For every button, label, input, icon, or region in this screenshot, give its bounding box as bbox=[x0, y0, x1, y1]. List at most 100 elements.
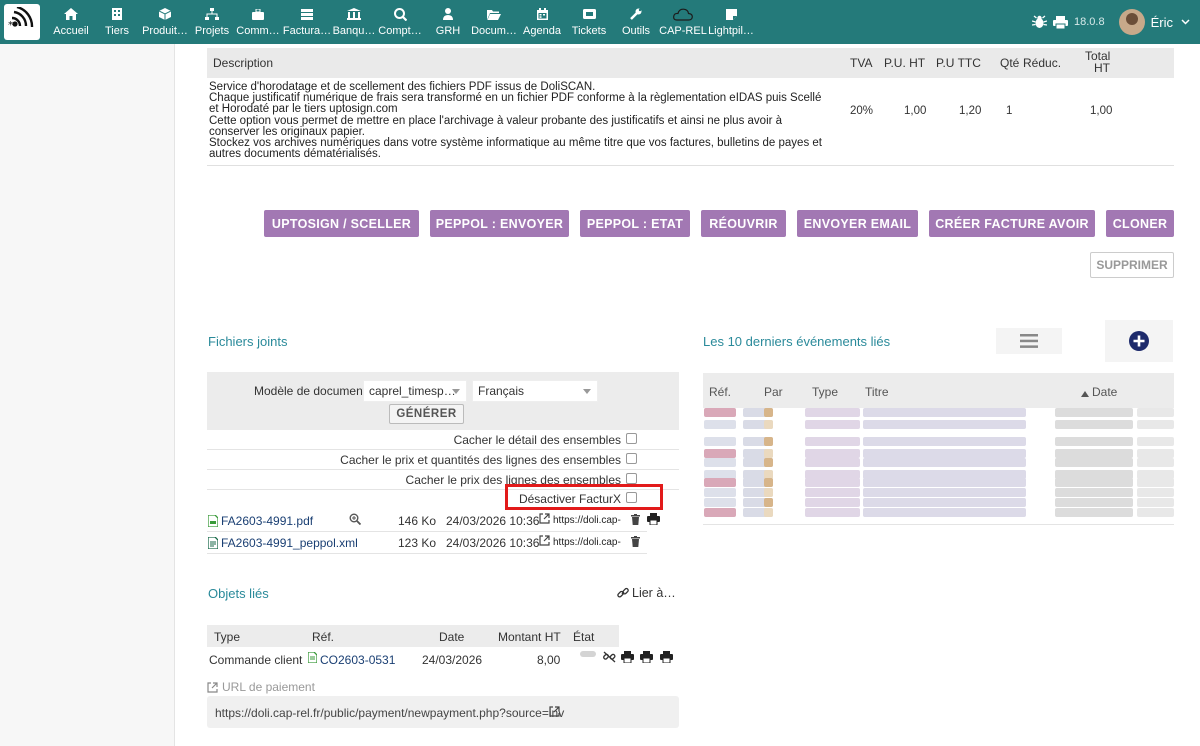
redacted-cell bbox=[704, 488, 736, 497]
redacted-cell bbox=[863, 478, 1026, 487]
highlight-box bbox=[505, 484, 663, 510]
nav-commercial[interactable]: Comm… bbox=[236, 0, 280, 44]
payment-url[interactable]: https://doli.cap-rel.fr/public/payment/n… bbox=[215, 706, 564, 720]
nav-accueil[interactable]: Accueil bbox=[52, 0, 90, 44]
nav-comptabilite[interactable]: Compt… bbox=[378, 0, 422, 44]
attached-files-title: Fichiers joints bbox=[208, 334, 288, 349]
hide-price-qty-checkbox[interactable] bbox=[626, 453, 637, 464]
logo-icon: * bbox=[8, 7, 34, 31]
redacted-cell bbox=[704, 508, 736, 517]
reopen-button[interactable]: RÉOUVRIR bbox=[701, 210, 786, 237]
redacted-cell bbox=[1055, 420, 1133, 429]
print-icon[interactable] bbox=[621, 651, 634, 666]
redacted-cell bbox=[863, 498, 1026, 507]
col-total-2: HT bbox=[1094, 61, 1110, 75]
peppol-state-button[interactable]: PEPPOL : ETAT bbox=[580, 210, 690, 237]
linked-ref[interactable]: CO2603-0531 bbox=[320, 653, 395, 667]
print-icon[interactable] bbox=[1053, 15, 1069, 29]
generate-button[interactable]: GÉNÉRER bbox=[389, 404, 464, 424]
nav-banque[interactable]: Banqu… bbox=[332, 0, 376, 44]
chevron-down-icon bbox=[583, 389, 591, 394]
sitemap-icon bbox=[204, 7, 220, 21]
nav-facturation[interactable]: Factura… bbox=[283, 0, 331, 44]
link-icon bbox=[617, 587, 629, 599]
sort-asc-icon[interactable] bbox=[1081, 386, 1089, 400]
file-share-url[interactable]: https://doli.cap- bbox=[553, 515, 621, 526]
list-view-button[interactable] bbox=[996, 328, 1062, 354]
redacted-cell bbox=[863, 408, 1026, 417]
delete-button[interactable]: SUPPRIMER bbox=[1090, 252, 1174, 278]
send-email-button[interactable]: ENVOYER EMAIL bbox=[797, 210, 918, 237]
create-credit-note-button[interactable]: CRÉER FACTURE AVOIR bbox=[929, 210, 1095, 237]
redacted-cell bbox=[764, 449, 773, 458]
redacted-cell bbox=[863, 508, 1026, 517]
redacted-cell bbox=[1055, 437, 1133, 446]
nav-documents[interactable]: Docum… bbox=[471, 0, 517, 44]
nav-projets[interactable]: Projets bbox=[194, 0, 230, 44]
money-stack-icon bbox=[299, 7, 315, 21]
file-size: 123 Ko bbox=[398, 536, 437, 550]
print-icon[interactable] bbox=[660, 651, 673, 666]
external-link-icon bbox=[207, 681, 218, 693]
hide-line-prices-checkbox[interactable] bbox=[626, 473, 637, 484]
event-row-redacted bbox=[703, 420, 1174, 431]
peppol-send-button[interactable]: PEPPOL : ENVOYER bbox=[430, 210, 569, 237]
redacted-cell bbox=[704, 449, 736, 458]
nav-tiers[interactable]: Tiers bbox=[100, 0, 134, 44]
nav-outils[interactable]: Outils bbox=[618, 0, 654, 44]
navbar-right: 18.0.8 Éric bbox=[1032, 0, 1200, 44]
status-badge bbox=[580, 651, 596, 657]
unlink-icon[interactable] bbox=[603, 651, 616, 666]
nav-produits[interactable]: Produit… bbox=[142, 0, 188, 44]
col-tva: TVA bbox=[850, 56, 873, 70]
redacted-cell bbox=[1055, 408, 1133, 417]
nav-agenda[interactable]: Agenda bbox=[522, 0, 562, 44]
print-icon[interactable] bbox=[640, 651, 653, 666]
line-tva: 20% bbox=[850, 105, 874, 117]
model-select[interactable]: caprel_timesp… bbox=[363, 380, 467, 402]
language-select[interactable]: Français bbox=[472, 380, 598, 402]
nav-cap-rel[interactable]: CAP-REL bbox=[659, 0, 707, 44]
external-link-icon[interactable] bbox=[539, 513, 550, 527]
nav-tickets[interactable]: Tickets bbox=[570, 0, 608, 44]
print-icon[interactable] bbox=[647, 513, 660, 528]
redacted-cell bbox=[805, 437, 860, 446]
wrench-icon bbox=[628, 7, 644, 21]
trash-icon[interactable] bbox=[631, 514, 640, 528]
table-row[interactable]: Commande client CO2603-0531 24/03/2026 8… bbox=[207, 648, 679, 668]
avatar[interactable] bbox=[1118, 9, 1145, 35]
table-row[interactable]: Service d'horodatage et de scellement de… bbox=[207, 78, 1174, 166]
zoom-icon[interactable] bbox=[349, 513, 362, 528]
file-pdf-icon bbox=[207, 514, 219, 530]
bug-icon[interactable] bbox=[1032, 15, 1048, 29]
redacted-cell bbox=[1055, 508, 1133, 517]
redacted-cell bbox=[764, 458, 773, 467]
external-link-icon[interactable] bbox=[549, 706, 560, 720]
ticket-icon bbox=[581, 7, 597, 21]
app-logo[interactable]: * bbox=[4, 4, 40, 40]
link-to-button[interactable]: Lier à… bbox=[617, 586, 676, 600]
note-icon bbox=[723, 7, 739, 21]
file-link[interactable]: FA2603-4991.pdf bbox=[221, 514, 313, 528]
file-share-url[interactable]: https://doli.cap- bbox=[553, 537, 621, 548]
add-event-button[interactable] bbox=[1105, 320, 1173, 362]
file-row: FA2603-4991.pdf 146 Ko 24/03/2026 10:36 … bbox=[207, 510, 660, 532]
redacted-cell bbox=[805, 458, 860, 467]
file-code-icon bbox=[207, 536, 219, 552]
uptosign-seal-button[interactable]: UPTOSIGN / SCELLER bbox=[264, 210, 419, 237]
trash-icon[interactable] bbox=[631, 536, 640, 550]
redacted-cell bbox=[805, 449, 860, 458]
user-name[interactable]: Éric bbox=[1151, 15, 1173, 30]
hide-details-checkbox[interactable] bbox=[626, 433, 637, 444]
clone-button[interactable]: CLONER bbox=[1106, 210, 1174, 237]
redacted-cell bbox=[863, 420, 1026, 429]
plus-circle-icon bbox=[1129, 331, 1149, 351]
events-title: Les 10 derniers événements liés bbox=[703, 334, 891, 349]
nav-grh[interactable]: GRH bbox=[432, 0, 464, 44]
chevron-down-icon[interactable] bbox=[1181, 19, 1190, 25]
briefcase-icon bbox=[250, 7, 266, 21]
redacted-cell bbox=[805, 408, 860, 417]
nav-lightpilot[interactable]: Lightpil… bbox=[708, 0, 754, 44]
external-link-icon[interactable] bbox=[539, 535, 550, 549]
file-link[interactable]: FA2603-4991_peppol.xml bbox=[221, 536, 358, 550]
